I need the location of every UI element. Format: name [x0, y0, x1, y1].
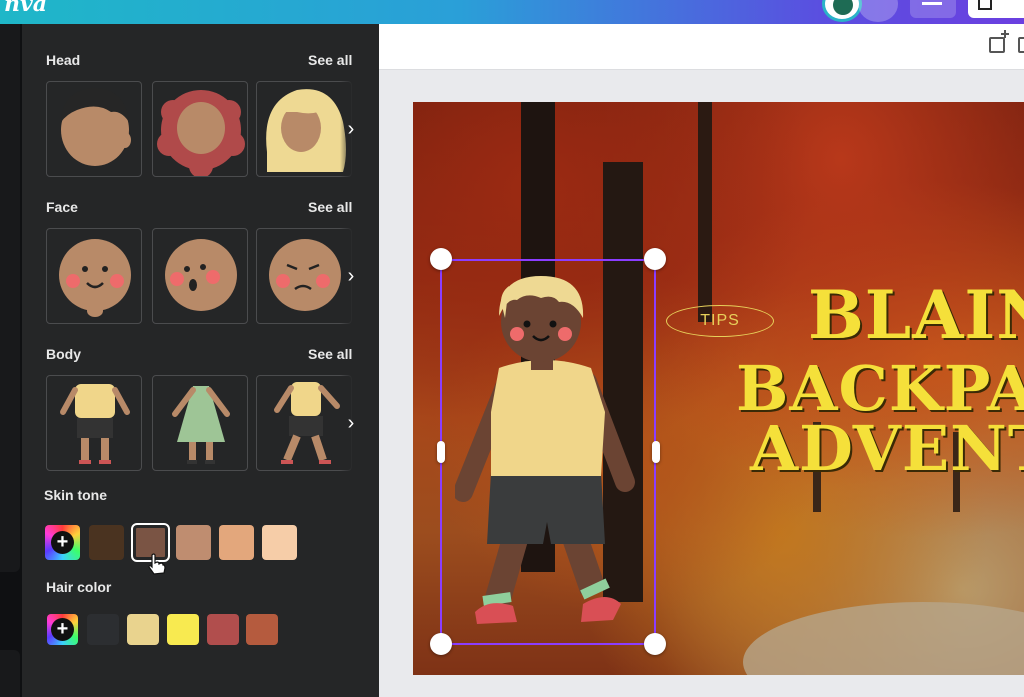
skin-tone-label: Skin tone	[44, 487, 108, 503]
face-sad-icon	[269, 239, 341, 311]
selection-bounding-box	[440, 259, 656, 645]
see-all-face-link[interactable]: See all	[308, 199, 352, 215]
section-title-head: Head	[46, 52, 81, 68]
app-root: nva Head See all › Face See all › Body S…	[0, 0, 1024, 697]
face-option-2[interactable]	[152, 228, 248, 324]
add-hair-color-button[interactable]: +	[47, 614, 78, 645]
section-title-body: Body	[46, 346, 81, 362]
duplicate-page-icon[interactable]	[1018, 37, 1024, 53]
head-curly-red-hair-icon	[157, 90, 245, 176]
body-tshirt-shorts-icon	[60, 384, 130, 464]
resize-handle-bottom-right[interactable]	[644, 633, 666, 655]
see-all-head-link[interactable]: See all	[308, 52, 352, 68]
chart-icon	[922, 2, 942, 5]
plus-icon: +	[51, 531, 74, 554]
section-title-face: Face	[46, 199, 78, 215]
rail-panel-bottom	[0, 650, 20, 697]
hair-swatch-2[interactable]	[127, 614, 159, 645]
head-option-2[interactable]	[152, 81, 248, 177]
user-avatar[interactable]	[822, 0, 862, 22]
body-next-chevron-icon[interactable]: ›	[340, 375, 362, 471]
skin-swatch-4[interactable]	[219, 525, 254, 560]
analytics-button[interactable]	[910, 0, 956, 18]
head-option-1[interactable]	[46, 81, 142, 177]
face-surprised-icon	[165, 239, 237, 311]
hair-swatch-3[interactable]	[167, 614, 199, 645]
hair-swatch-4[interactable]	[207, 614, 239, 645]
resize-handle-top-left[interactable]	[430, 248, 452, 270]
body-option-1[interactable]	[46, 375, 142, 471]
hair-color-label: Hair color	[46, 579, 112, 595]
headline-line-3[interactable]: ADVENT	[750, 412, 1024, 485]
add-page-icon[interactable]	[989, 30, 1009, 53]
hand-pointer-cursor-icon	[148, 553, 166, 575]
see-all-body-link[interactable]: See all	[308, 346, 352, 362]
resize-handle-top-right[interactable]	[644, 248, 666, 270]
face-option-3[interactable]	[256, 228, 352, 324]
app-logo[interactable]: nva	[4, 0, 47, 17]
head-short-dark-hair-icon	[61, 88, 131, 166]
skin-swatch-3[interactable]	[176, 525, 211, 560]
page-toolbar	[379, 24, 1024, 70]
hair-swatch-1[interactable]	[87, 614, 119, 645]
share-icon	[978, 0, 992, 10]
face-option-1[interactable]	[46, 228, 142, 324]
body-dress-icon	[172, 386, 230, 464]
body-option-3-clip	[256, 375, 352, 471]
resize-handle-bottom-left[interactable]	[430, 633, 452, 655]
resize-handle-left[interactable]	[437, 441, 445, 463]
tree-trunk	[698, 102, 712, 322]
face-next-chevron-icon[interactable]: ›	[340, 228, 362, 324]
add-skin-color-button[interactable]: +	[45, 525, 80, 560]
forest-path	[743, 602, 1024, 675]
hair-swatch-5[interactable]	[246, 614, 278, 645]
head-option-3-clip	[256, 81, 352, 177]
face-smile-icon	[59, 239, 131, 317]
face-option-3-clip	[256, 228, 352, 324]
top-bar: nva	[0, 0, 1024, 24]
collaborator-avatar[interactable]	[858, 0, 898, 22]
resize-handle-right[interactable]	[652, 441, 660, 463]
head-next-chevron-icon[interactable]: ›	[340, 81, 362, 177]
body-option-2[interactable]	[152, 375, 248, 471]
body-option-3[interactable]	[256, 375, 352, 471]
skin-swatch-1[interactable]	[89, 525, 124, 560]
avatar-image	[833, 0, 853, 15]
head-blonde-long-hair-icon	[266, 89, 346, 172]
rail-panel-top	[0, 24, 20, 572]
headline-line-1[interactable]: BLAIN	[808, 276, 1024, 354]
skin-swatch-5[interactable]	[262, 525, 297, 560]
share-button[interactable]	[968, 0, 1024, 18]
tips-badge[interactable]: TIPS	[666, 305, 774, 337]
plus-icon: +	[51, 618, 74, 641]
body-walking-icon	[274, 382, 340, 464]
head-option-3[interactable]	[256, 81, 352, 177]
